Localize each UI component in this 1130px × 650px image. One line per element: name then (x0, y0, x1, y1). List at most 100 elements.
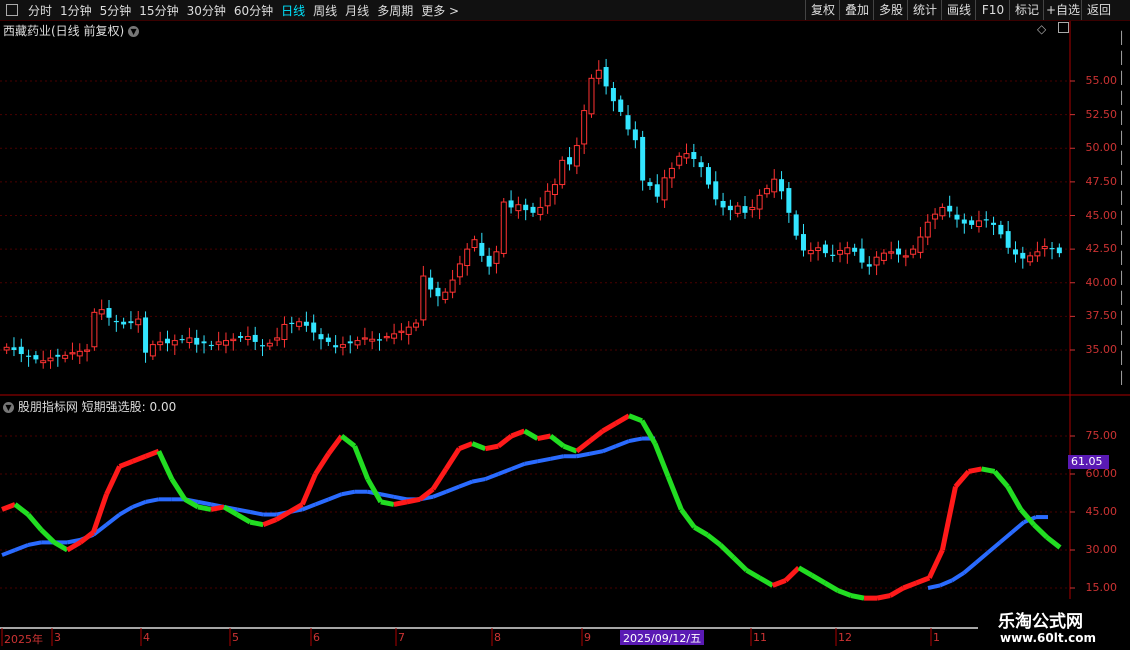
slow-line-segment (118, 505, 134, 517)
fast-line-segment (197, 504, 212, 512)
fast-line-segment (823, 580, 840, 593)
slow-line-segment (628, 436, 643, 444)
fast-line-segment (510, 428, 526, 439)
slow-line-segment (589, 449, 604, 456)
watermark-logo: 乐淘公式网 www.60lt.com (978, 599, 1130, 650)
candle-body (698, 162, 704, 168)
candle-body (676, 155, 683, 166)
watermark-url: www.60lt.com (1000, 631, 1097, 645)
candle-body (734, 205, 741, 214)
y-tick-label: 50.00 (1085, 141, 1118, 155)
fast-line-segment (104, 465, 122, 496)
fast-line-segment (850, 593, 865, 601)
candle-body (106, 308, 112, 318)
candle-body (763, 188, 770, 195)
watermark-name: 乐淘公式网 (998, 612, 1083, 632)
slow-line-segment (1010, 520, 1026, 534)
y-tick-label: 40.00 (1085, 275, 1118, 289)
fast-line-segment (652, 442, 671, 478)
candle-body (464, 248, 471, 267)
fast-line-segment (837, 588, 852, 598)
candle-body (339, 344, 346, 348)
candle-body (33, 355, 39, 360)
candle-body (515, 204, 522, 212)
candle-body (932, 213, 939, 220)
candle-body (296, 321, 303, 327)
slow-line-segment (105, 512, 121, 527)
candle-body (873, 256, 880, 266)
candle-body (991, 222, 997, 225)
fast-line-segment (549, 434, 566, 449)
candle-body (998, 224, 1004, 235)
candle-body (530, 206, 536, 213)
candle-body (121, 321, 127, 325)
fast-line-segment (810, 573, 827, 586)
candle-body (376, 339, 382, 341)
slow-line-segment (145, 497, 160, 504)
candle-body (26, 355, 32, 357)
slow-line-segment (962, 561, 978, 575)
slow-line-segment (550, 454, 565, 461)
candle-body (713, 181, 719, 200)
candle-body (902, 255, 909, 258)
candle-body (449, 279, 456, 293)
y-tick-label: 47.50 (1085, 174, 1118, 188)
candle-body (11, 347, 17, 350)
candle-body (610, 87, 616, 102)
candle-body (428, 277, 434, 290)
candle-body (18, 346, 24, 355)
candle-body (1012, 249, 1018, 255)
candle-body (91, 311, 98, 348)
fast-line-segment (262, 517, 278, 527)
candle-body (786, 188, 792, 213)
slow-line-segment (1, 548, 16, 557)
candle-body (807, 249, 814, 255)
candle-body (1005, 231, 1011, 248)
candle-body (69, 352, 76, 355)
slow-line-segment (14, 543, 29, 552)
candle-body (756, 194, 763, 210)
candle-body (837, 249, 844, 255)
candle-body (76, 350, 83, 357)
candle-body (537, 206, 544, 215)
candle-body (603, 67, 609, 87)
candle-body (201, 341, 207, 344)
candle-body (62, 354, 69, 359)
fast-line-segment (575, 439, 592, 454)
fast-line-segment (249, 519, 264, 528)
y-tick-label: 75.00 (1085, 429, 1118, 442)
x-tick-label: 6 (313, 631, 320, 644)
slow-line-segment (615, 439, 630, 448)
fast-line-segment (731, 555, 749, 573)
candle-body (661, 177, 668, 201)
fast-line-segment (953, 469, 971, 489)
fast-line-segment (1, 502, 16, 512)
candle-body (215, 341, 222, 345)
chart-canvas[interactable] (0, 0, 1130, 650)
candle-body (910, 248, 917, 255)
candle-body (969, 220, 975, 225)
fast-line-segment (783, 565, 801, 583)
candle-body (800, 234, 806, 251)
candle-body (640, 136, 646, 181)
fast-line-segment (235, 512, 252, 525)
fast-line-segment (406, 496, 421, 505)
slow-line-segment (939, 578, 953, 588)
candle-body (567, 157, 573, 165)
y-tick-label: 35.00 (1085, 343, 1118, 356)
candle-body (961, 219, 967, 224)
y-tick-label: 45.00 (1085, 505, 1118, 518)
candle-body (523, 204, 529, 211)
fast-line-segment (26, 512, 44, 532)
candle-body (244, 336, 251, 341)
candle-body (779, 179, 785, 192)
fast-line-segment (484, 443, 499, 452)
fast-line-segment (144, 448, 160, 459)
fast-line-segment (679, 507, 697, 529)
candle-body (47, 357, 54, 362)
candle-body (186, 337, 193, 343)
candle-body (369, 338, 376, 342)
slow-line-segment (510, 462, 526, 471)
fast-line-segment (393, 499, 408, 507)
fast-line-segment (326, 434, 344, 456)
